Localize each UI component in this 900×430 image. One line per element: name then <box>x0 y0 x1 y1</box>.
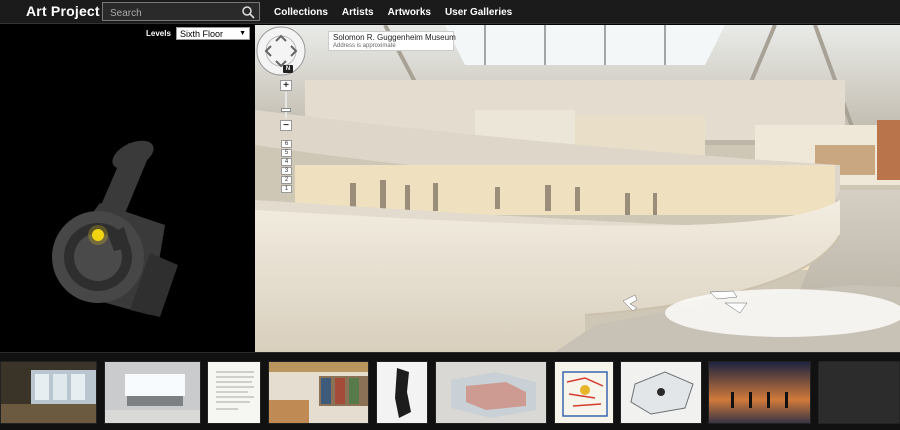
thumb-light-sculpture[interactable] <box>104 361 201 424</box>
levels-selected-value: Sixth Floor <box>180 29 224 39</box>
level-button-3[interactable]: 3 <box>281 167 292 175</box>
zoom-slider-track[interactable] <box>285 92 287 118</box>
levels-dropdown[interactable]: Sixth Floor ▼ <box>176 27 250 40</box>
zoom-out-button[interactable]: − <box>280 120 292 131</box>
level-button-1[interactable]: 1 <box>281 185 292 193</box>
thumb-dark-panel[interactable] <box>818 361 900 424</box>
zoom-in-button[interactable]: + <box>280 80 292 91</box>
level-buttons: 6 5 4 3 2 1 <box>281 140 292 194</box>
thumb-library-interior[interactable] <box>268 361 369 424</box>
thumb-black-sculpture[interactable] <box>376 361 428 424</box>
thumb-glass-structure[interactable] <box>435 361 547 424</box>
thumb-letter-document[interactable] <box>207 361 261 424</box>
place-info-card[interactable]: Solomon R. Guggenheim Museum Address is … <box>328 31 456 51</box>
place-address-note: Address is approximate <box>333 43 396 49</box>
thumb-gallery-screens[interactable] <box>0 361 97 424</box>
zoom-slider-thumb[interactable] <box>281 108 291 112</box>
place-name: Solomon R. Guggenheim Museum <box>333 33 456 42</box>
nav-artists[interactable]: Artists <box>342 7 374 18</box>
floor-plan-map[interactable] <box>0 25 255 352</box>
search-box[interactable] <box>102 2 260 22</box>
levels-label: Levels <box>146 29 171 38</box>
level-button-4[interactable]: 4 <box>281 158 292 166</box>
street-view-panorama[interactable]: N + − 6 5 4 3 2 1 Solomon R. Guggenheim … <box>255 25 900 352</box>
navigation-disc[interactable] <box>665 289 900 337</box>
level-button-2[interactable]: 2 <box>281 176 292 184</box>
chevron-down-icon: ▼ <box>239 30 246 37</box>
thumb-glass-case[interactable] <box>620 361 702 424</box>
main-nav: Collections Artists Artworks User Galler… <box>274 0 512 24</box>
nav-artworks[interactable]: Artworks <box>388 7 431 18</box>
nav-collections[interactable]: Collections <box>274 7 328 18</box>
search-icon[interactable] <box>241 5 255 19</box>
level-button-6[interactable]: 6 <box>281 140 292 148</box>
thumb-map-drawing[interactable] <box>554 361 614 424</box>
search-input[interactable] <box>103 5 259 22</box>
artwork-thumbnail-strip <box>0 352 900 430</box>
panorama-image <box>255 25 900 352</box>
thumb-beach-figures[interactable] <box>708 361 811 424</box>
nav-user-galleries[interactable]: User Galleries <box>445 7 512 18</box>
app-title[interactable]: Art Project <box>26 3 100 19</box>
compass-north-icon[interactable]: N <box>283 65 293 73</box>
top-bar: Art Project Collections Artists Artworks… <box>0 0 900 24</box>
level-button-5[interactable]: 5 <box>281 149 292 157</box>
floor-plan-panel: Levels Sixth Floor ▼ <box>0 25 255 352</box>
pan-control[interactable] <box>255 25 307 77</box>
